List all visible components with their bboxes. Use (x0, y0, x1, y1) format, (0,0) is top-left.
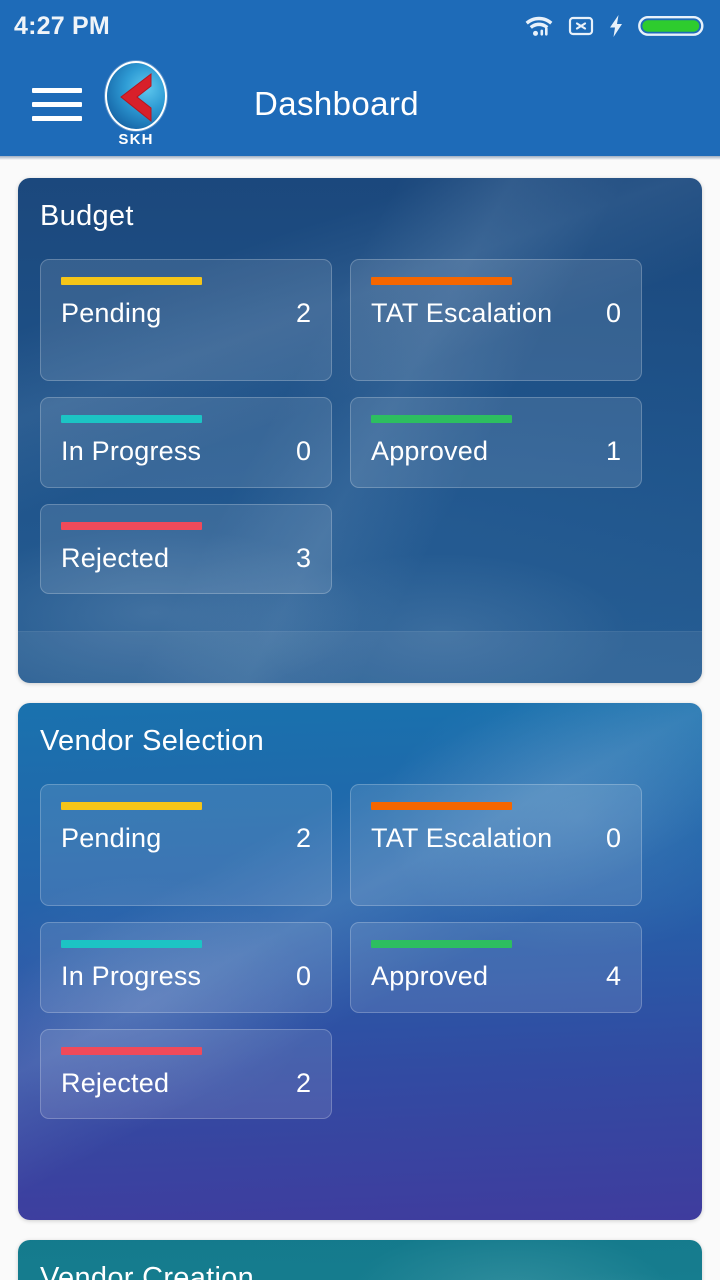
app-bar: SKH Dashboard (0, 52, 720, 156)
tile-accent-bar (371, 277, 512, 285)
tile-accent-bar (61, 802, 202, 810)
section-card-vendor-creation: Vendor Creation (18, 1240, 702, 1280)
tile-accent-bar (61, 1046, 202, 1055)
tile-grid-spacer (350, 1029, 642, 1120)
tile-value: 0 (295, 961, 311, 991)
section-card-vendor-selection: Vendor Selection Pending 2 TAT Escalatio… (18, 703, 702, 1220)
tile-grid-vendor-selection: Pending 2 TAT Escalation 0 In Progress 0… (40, 784, 680, 1120)
card-bottom-strip (18, 631, 702, 683)
status-bar-time: 4:27 PM (14, 11, 110, 40)
status-tile-approved[interactable]: Approved 4 (350, 922, 642, 1013)
hamburger-line (32, 101, 82, 107)
tile-grid-spacer (350, 504, 642, 595)
tile-value: 1 (605, 436, 621, 466)
tile-accent-bar (61, 415, 202, 423)
tile-accent-bar (61, 940, 202, 948)
tile-value: 4 (605, 961, 621, 991)
status-tile-rejected[interactable]: Rejected 2 (40, 1028, 332, 1120)
status-bar-icons (524, 14, 704, 38)
tile-accent-bar (61, 521, 202, 530)
tile-label: TAT Escalation (371, 823, 553, 853)
dashboard-screen: 4:27 PM SKH Dashboard Budget Pending 2 T… (0, 0, 720, 1280)
tile-value: 2 (295, 298, 311, 328)
hamburger-line (32, 115, 82, 121)
tile-value: 0 (605, 823, 621, 853)
tile-accent-bar (61, 277, 202, 285)
tile-accent-bar (371, 802, 512, 810)
status-tile-in-progress[interactable]: In Progress 0 (40, 922, 332, 1013)
tile-accent-bar (371, 415, 512, 423)
section-title-vendor-selection: Vendor Selection (40, 725, 265, 757)
tile-label: Approved (371, 436, 489, 466)
status-tile-tat-escalation[interactable]: TAT Escalation 0 (350, 784, 642, 906)
tile-label: In Progress (61, 961, 202, 991)
tile-value: 0 (605, 298, 621, 328)
tile-grid-budget: Pending 2 TAT Escalation 0 In Progress 0… (40, 259, 680, 595)
tile-label: Pending (61, 298, 162, 328)
no-sim-icon (568, 14, 594, 38)
tile-value: 3 (295, 542, 311, 573)
wifi-icon (524, 14, 554, 38)
tile-label: Rejected (61, 542, 170, 573)
status-tile-rejected[interactable]: Rejected 3 (40, 503, 332, 595)
tile-label: Approved (371, 961, 489, 991)
status-tile-pending[interactable]: Pending 2 (40, 259, 332, 381)
tile-value: 2 (295, 1067, 311, 1098)
hamburger-menu-icon[interactable] (32, 84, 82, 124)
tile-value: 2 (295, 823, 311, 853)
section-card-budget: Budget Pending 2 TAT Escalation 0 In Pro… (18, 178, 702, 683)
tile-label: TAT Escalation (371, 298, 553, 328)
status-tile-pending[interactable]: Pending 2 (40, 784, 332, 906)
tile-accent-bar (371, 940, 512, 948)
page-title: Dashboard (254, 85, 420, 122)
tile-label: Pending (61, 823, 162, 853)
tile-label: In Progress (61, 436, 202, 466)
battery-icon (638, 14, 704, 38)
hamburger-line (32, 87, 82, 93)
section-title-budget: Budget (40, 200, 134, 232)
status-tile-approved[interactable]: Approved 1 (350, 397, 642, 488)
tile-label: Rejected (61, 1067, 170, 1098)
logo-label: SKH (118, 131, 154, 148)
skh-logo-icon (105, 61, 167, 131)
dashboard-sections: Budget Pending 2 TAT Escalation 0 In Pro… (0, 160, 720, 1280)
app-logo[interactable]: SKH (103, 61, 169, 147)
status-bar: 4:27 PM (0, 0, 720, 52)
tile-value: 0 (295, 436, 311, 466)
charging-bolt-icon (608, 14, 624, 38)
section-title-vendor-creation: Vendor Creation (40, 1262, 255, 1280)
status-tile-in-progress[interactable]: In Progress 0 (40, 397, 332, 488)
status-tile-tat-escalation[interactable]: TAT Escalation 0 (350, 259, 642, 381)
